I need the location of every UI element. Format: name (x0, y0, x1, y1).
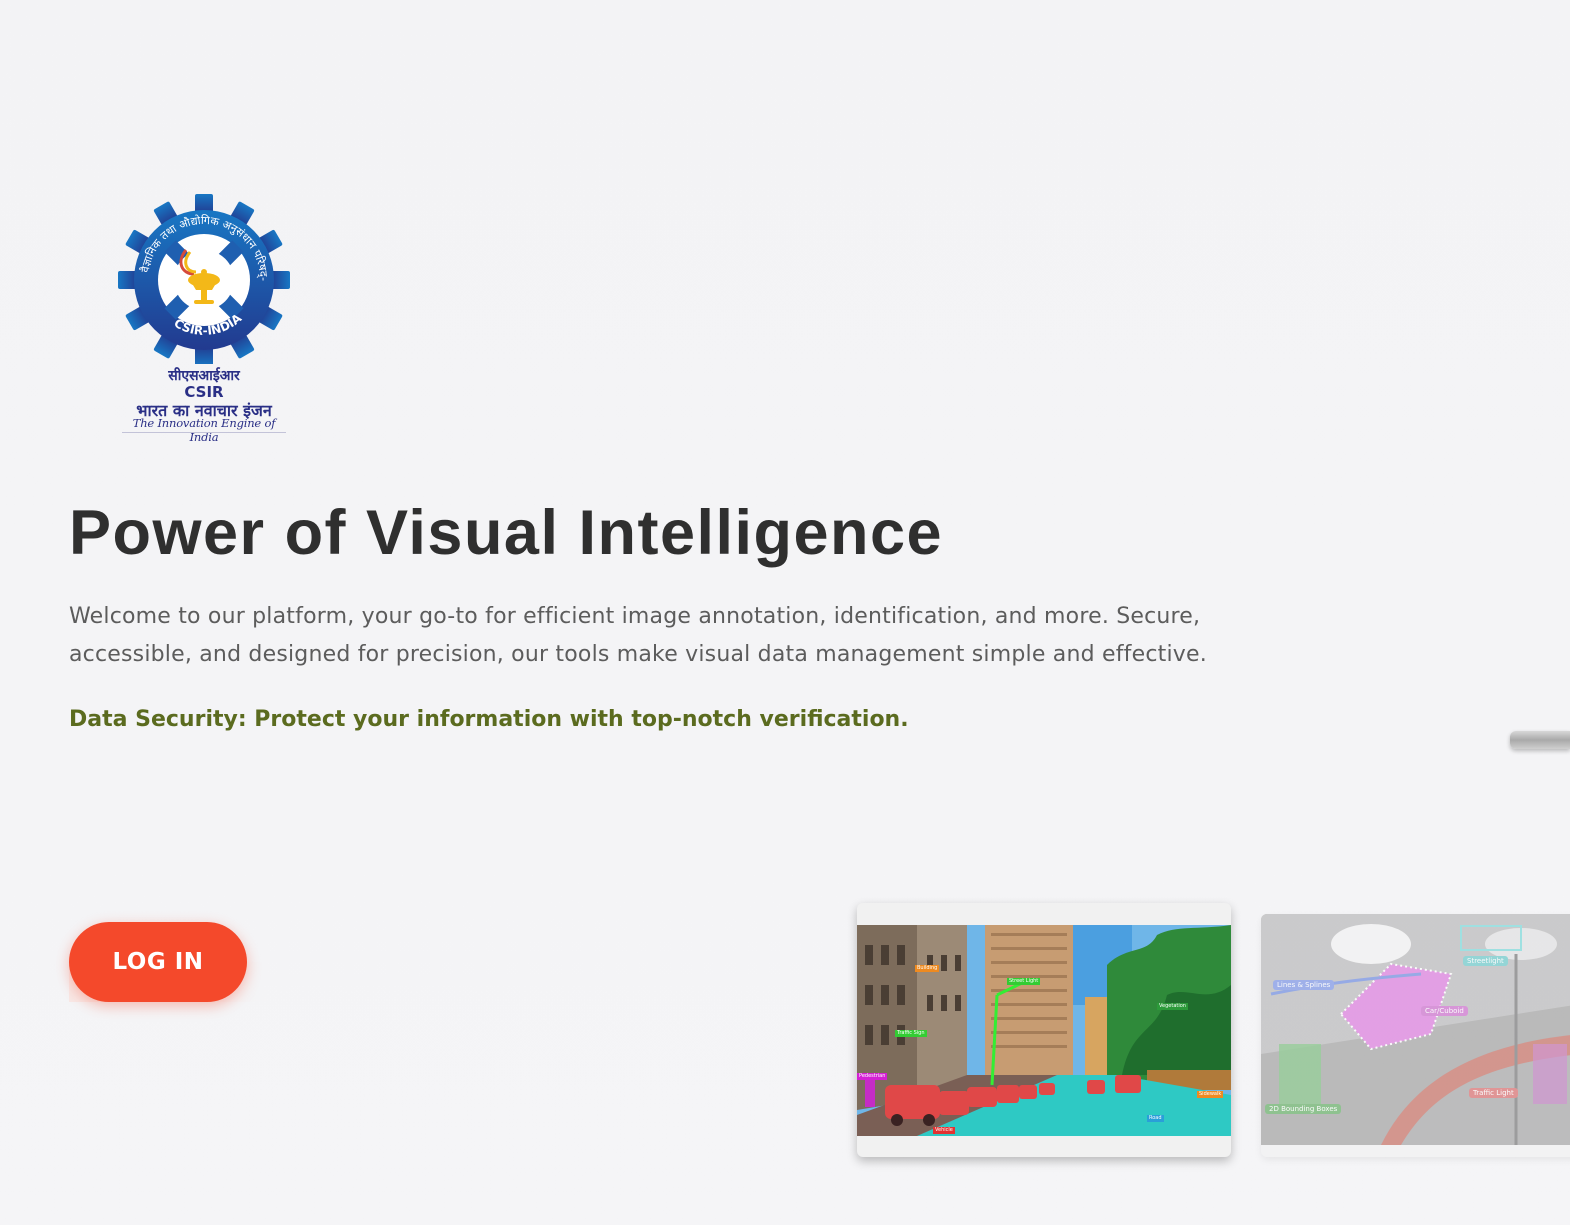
hero-title: Power of Visual Intelligence (69, 498, 944, 568)
tag-traffic-light: Traffic Light (1469, 1088, 1518, 1098)
gallery-card-aerial[interactable]: Lines & Splines Car/Cuboid Streetlight 2… (1261, 914, 1570, 1157)
logo-tagline: The Innovation Engine of India (132, 416, 276, 444)
tag-pedestrian: Pedestrian (857, 1073, 888, 1080)
tag-building: Building (915, 965, 940, 972)
tag-sidewalk: Sidewalk (1197, 1091, 1224, 1098)
tag-road: Road (1147, 1115, 1164, 1122)
tag-vegetation: Vegetation (1157, 1003, 1188, 1010)
carousel-handle[interactable] (1510, 731, 1570, 749)
tag-traffic-sign: Traffic Sign (895, 1030, 927, 1037)
hero-description: Welcome to our platform, your go-to for … (69, 604, 1207, 667)
login-button[interactable]: LOG IN (69, 922, 247, 1002)
tag-street-light: Street Light (1007, 978, 1041, 985)
csir-logo: वैज्ञानिक तथा औद्योगिक अनुसंधान परिषद्-भ… (118, 194, 290, 444)
tag-bounding-boxes: 2D Bounding Boxes (1265, 1104, 1342, 1114)
data-security-line: Data Security: Protect your information … (69, 707, 909, 732)
tag-vehicle: Vehicle (933, 1127, 955, 1134)
tag-car-cuboid: Car/Cuboid (1421, 1006, 1468, 1016)
gallery-card-segmentation[interactable]: Building Street Light Traffic Sign Pedes… (857, 903, 1231, 1157)
logo-divider (122, 432, 286, 433)
tag-lines-splines: Lines & Splines (1273, 980, 1335, 990)
csir-gear-emblem: वैज्ञानिक तथा औद्योगिक अनुसंधान परिषद्-भ… (118, 194, 290, 364)
tag-streetlight: Streetlight (1463, 956, 1508, 966)
